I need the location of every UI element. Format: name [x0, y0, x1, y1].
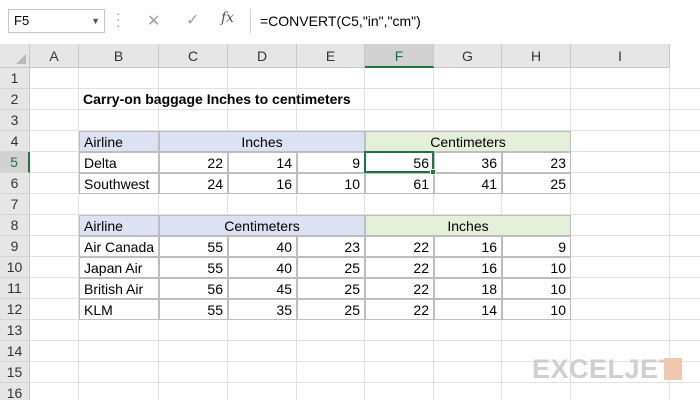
value-cell[interactable]: 25 [297, 299, 365, 320]
value-cell[interactable]: 56 [159, 278, 228, 299]
select-all-icon [16, 54, 26, 64]
value-cell[interactable]: 25 [297, 257, 365, 278]
value-cell[interactable]: 41 [434, 173, 502, 194]
value-cell[interactable]: 14 [228, 152, 297, 173]
row-header-9[interactable]: 9 [0, 236, 30, 257]
value-cell[interactable]: 16 [434, 257, 502, 278]
sheet-title[interactable]: Carry-on baggage Inches to centimeters [79, 89, 365, 110]
column-header-h[interactable]: H [502, 44, 571, 68]
insert-function-icon[interactable]: fx [221, 10, 234, 26]
column-header-f[interactable]: F [365, 44, 434, 68]
formula-input[interactable]: =CONVERT(C5,"in","cm") [250, 9, 700, 33]
value-cell[interactable]: 24 [159, 173, 228, 194]
column-header-i[interactable]: I [571, 44, 670, 68]
value-cell[interactable]: 16 [434, 236, 502, 257]
row-header-16[interactable]: 16 [0, 383, 30, 400]
header-airline[interactable]: Airline [79, 131, 159, 152]
name-box[interactable]: F5 ▼ [8, 9, 105, 33]
header-group-1[interactable]: Centimeters [159, 215, 365, 236]
select-all-button[interactable] [0, 44, 30, 68]
value-cell[interactable]: 16 [228, 173, 297, 194]
value-cell[interactable]: 10 [297, 173, 365, 194]
value-cell[interactable]: 22 [365, 299, 434, 320]
airline-cell[interactable]: Delta [79, 152, 159, 173]
header-group-2[interactable]: Inches [365, 215, 571, 236]
value-cell[interactable]: 36 [434, 152, 502, 173]
airline-cell[interactable]: Japan Air [79, 257, 159, 278]
value-cell[interactable]: 18 [434, 278, 502, 299]
active-cell-border [364, 151, 434, 173]
formula-bar: F5 ▼ · · · ✕ ✓ fx =CONVERT(C5,"in","cm") [0, 0, 700, 44]
airline-cell[interactable]: Air Canada [79, 236, 159, 257]
chevron-down-icon[interactable]: ▼ [91, 10, 100, 32]
value-cell[interactable]: 61 [365, 173, 434, 194]
column-header-g[interactable]: G [434, 44, 502, 68]
row-header-4[interactable]: 4 [0, 131, 30, 152]
row-header-5[interactable]: 5 [0, 152, 30, 173]
header-airline[interactable]: Airline [79, 215, 159, 236]
formula-buttons: ✕ ✓ fx [129, 9, 245, 33]
value-cell[interactable]: 55 [159, 257, 228, 278]
cell-area[interactable]: Carry-on baggage Inches to centimeters Ai… [30, 68, 700, 400]
value-cell[interactable]: 9 [297, 152, 365, 173]
column-header-e[interactable]: E [297, 44, 365, 68]
gridline-h [30, 340, 700, 341]
logo-mark-icon [664, 358, 682, 380]
column-header-b[interactable]: B [79, 44, 159, 68]
value-cell[interactable]: 35 [228, 299, 297, 320]
value-cell[interactable]: 23 [502, 152, 571, 173]
value-cell[interactable]: 55 [159, 299, 228, 320]
value-cell[interactable]: 55 [159, 236, 228, 257]
row-header-13[interactable]: 13 [0, 320, 30, 341]
row-header-11[interactable]: 11 [0, 278, 30, 299]
airline-cell[interactable]: British Air [79, 278, 159, 299]
row-header-8[interactable]: 8 [0, 215, 30, 236]
row-header-7[interactable]: 7 [0, 194, 30, 215]
cancel-icon[interactable]: ✕ [147, 11, 160, 31]
row-header-12[interactable]: 12 [0, 299, 30, 320]
value-cell[interactable]: 22 [365, 257, 434, 278]
enter-icon[interactable]: ✓ [186, 10, 199, 30]
value-cell[interactable]: 25 [502, 173, 571, 194]
value-cell[interactable]: 22 [159, 152, 228, 173]
value-cell[interactable]: 14 [434, 299, 502, 320]
value-cell[interactable]: 22 [365, 236, 434, 257]
fill-handle[interactable] [430, 169, 436, 175]
row-header-14[interactable]: 14 [0, 341, 30, 362]
spreadsheet-grid: ABCDEFGHI 1 2 3 4 5 6 7 8 9 10 11 12 13 14 15 16 Carry-… [0, 44, 700, 400]
value-cell[interactable]: 10 [502, 278, 571, 299]
value-cell[interactable]: 22 [365, 278, 434, 299]
airline-cell[interactable]: Southwest [79, 173, 159, 194]
row-header-15[interactable]: 15 [0, 362, 30, 383]
value-cell[interactable]: 45 [228, 278, 297, 299]
row-header-2[interactable]: 2 [0, 89, 30, 110]
exceljet-logo: EXCELJET [532, 354, 682, 384]
airline-cell[interactable]: KLM [79, 299, 159, 320]
logo-text: EXCELJET [532, 354, 676, 384]
row-header-3[interactable]: 3 [0, 110, 30, 131]
header-group-1[interactable]: Inches [159, 131, 365, 152]
name-box-value: F5 [14, 13, 30, 28]
value-cell[interactable]: 9 [502, 236, 571, 257]
column-header-a[interactable]: A [30, 44, 79, 68]
header-group-2[interactable]: Centimeters [365, 131, 571, 152]
value-cell[interactable]: 10 [502, 299, 571, 320]
column-header-d[interactable]: D [228, 44, 297, 68]
row-header-1[interactable]: 1 [0, 68, 30, 89]
value-cell[interactable]: 23 [297, 236, 365, 257]
value-cell[interactable]: 10 [502, 257, 571, 278]
column-header-c[interactable]: C [159, 44, 228, 68]
row-header-10[interactable]: 10 [0, 257, 30, 278]
value-cell[interactable]: 40 [228, 236, 297, 257]
value-cell[interactable]: 40 [228, 257, 297, 278]
value-cell[interactable]: 25 [297, 278, 365, 299]
drag-handle-icon[interactable]: · · · [116, 6, 122, 32]
row-header-6[interactable]: 6 [0, 173, 30, 194]
gridline-v [669, 68, 670, 400]
